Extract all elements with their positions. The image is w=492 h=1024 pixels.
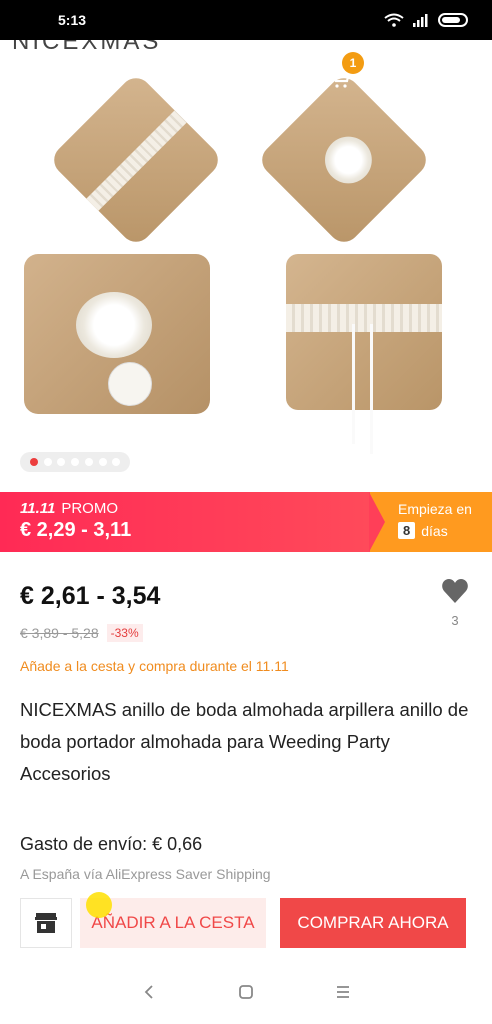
lace-band [286,304,442,332]
promo-label: 11.11 PROMO [20,500,350,517]
top-toolbar: 1 [0,52,492,100]
ribbon [370,324,373,454]
ribbon [352,324,355,444]
battery-icon [438,13,468,27]
cart-button[interactable]: 1 [324,52,364,94]
pillow-tag [108,362,152,406]
brand-name: NICEXMAS [12,40,162,55]
original-price: € 3,89 - 5,28 [20,625,99,641]
store-icon [35,913,57,933]
promo-days-value: 8 [398,522,416,539]
shipping-method: A España vía AliExpress Saver Shipping [20,866,271,882]
promo-price-block: 11.11 PROMO € 2,29 - 3,11 [0,492,370,552]
buy-now-button[interactable]: COMPRAR AHORA [280,898,466,948]
promo-banner: 11.11 PROMO € 2,29 - 3,11 Empieza en 8 d… [0,492,492,552]
more-vertical-icon [460,69,464,87]
promo-starts-label: Empieza en [398,501,472,517]
carousel-dot [112,458,121,466]
share-button[interactable] [386,62,418,94]
cart-promo-text: Añade a la cesta y compra durante el 11.… [20,658,289,674]
white-flower [76,292,152,358]
status-time: 5:13 [58,12,87,28]
shipping-cost[interactable]: Gasto de envío: € 0,66 [20,834,202,855]
carousel-dot [57,458,66,466]
share-icon [392,67,412,89]
screen: { "status_bar": { "time": "5:13" }, "her… [0,0,492,1024]
touch-indicator [86,892,112,918]
system-nav-bar [0,960,492,1024]
product-image-pillow-starfish [286,254,442,454]
status-icons [384,13,468,27]
bottom-action-bar: AÑADIR A LA CESTA COMPRAR AHORA [0,892,492,960]
store-button[interactable] [20,898,72,948]
product-price: € 2,61 - 3,54 [20,582,161,610]
status-bar: 5:13 [0,0,492,40]
lace-flower [315,126,382,194]
lace-strip [86,110,187,211]
carousel-dot [98,458,107,466]
signal-icon [413,14,428,27]
heart-icon [442,579,468,603]
product-image-pillow-white-flower [24,254,210,414]
search-button[interactable] [264,62,296,94]
promo-event-number: 11.11 [20,500,56,517]
back-arrow-icon [24,70,42,86]
carousel-dot [29,458,38,466]
favorite-button[interactable]: 3 [438,578,472,628]
wifi-icon [384,13,404,27]
discount-badge: -33% [106,624,143,642]
promo-days-unit: días [421,522,448,539]
carousel-indicator [20,452,130,472]
original-price-row: € 3,89 - 5,28 -33% [20,624,143,642]
nav-recents-icon[interactable] [335,984,351,1000]
nav-back-icon[interactable] [141,984,157,1000]
promo-countdown: Empieza en 8 días [369,492,492,552]
product-title: NICEXMAS anillo de boda almohada arpille… [20,699,469,784]
promo-event-text: PROMO [61,500,118,517]
promo-price: € 2,29 - 3,11 [20,519,132,541]
product-info: € 2,61 - 3,54 3 € 3,89 - 5,28 -33% Añade… [0,552,492,892]
search-icon [269,67,290,88]
back-button[interactable] [18,62,50,94]
carousel-dot [84,458,93,466]
nav-home-icon[interactable] [238,984,254,1000]
product-image-gallery[interactable]: NICEXMAS 1 [0,40,492,492]
more-options-button[interactable] [446,62,478,94]
carousel-dot [43,458,52,466]
cart-count-badge: 1 [342,52,364,74]
promo-days-row: 8 días [398,522,492,539]
favorites-count: 3 [451,613,459,628]
carousel-dot [71,458,79,466]
